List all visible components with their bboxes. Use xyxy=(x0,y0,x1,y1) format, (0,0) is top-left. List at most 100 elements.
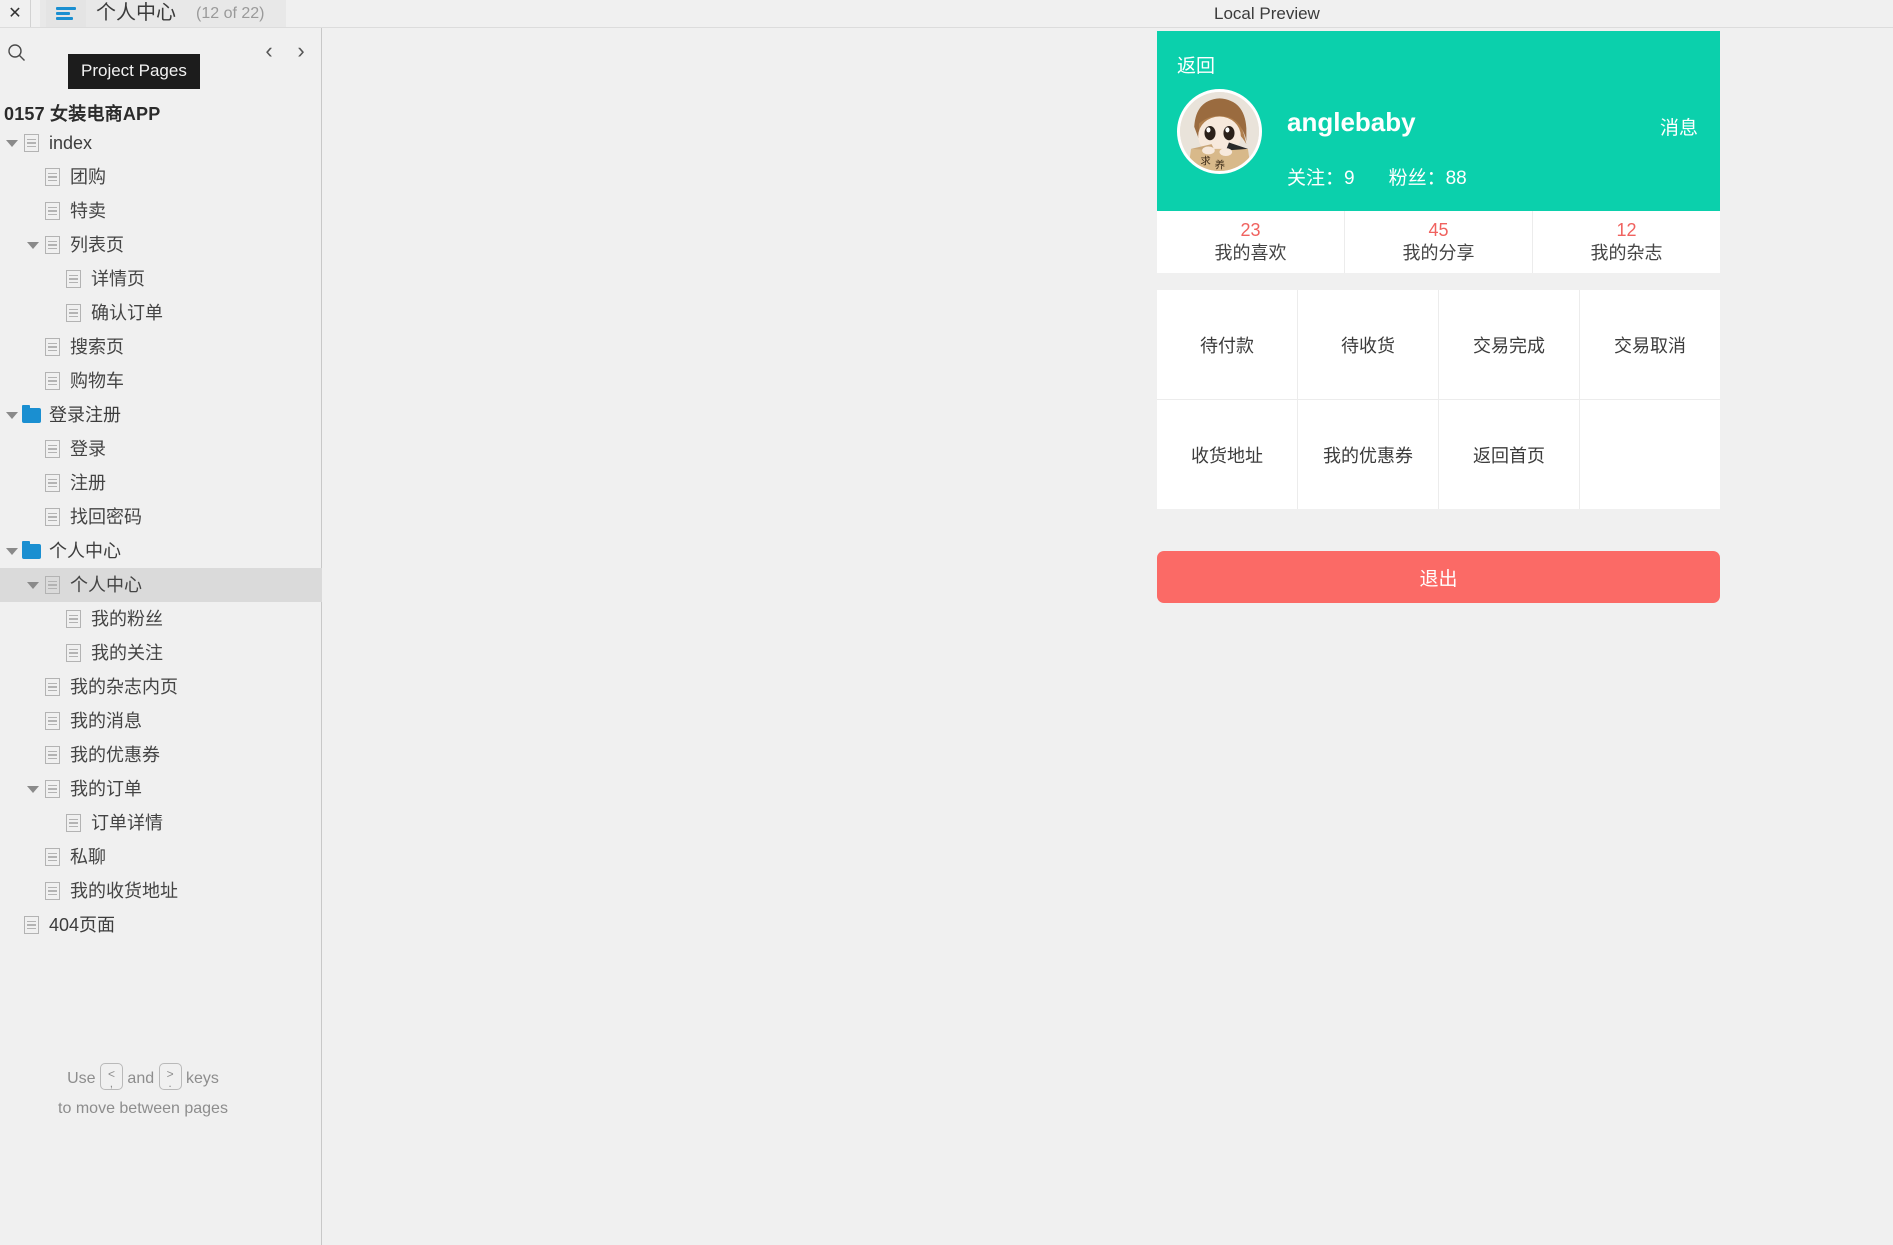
tree-item[interactable]: 订单详情 xyxy=(0,806,322,840)
chevron-down-icon[interactable] xyxy=(25,568,40,602)
menu-grid-cell[interactable]: 交易取消 xyxy=(1580,290,1720,399)
page-icon xyxy=(40,466,64,500)
chevron-left-icon[interactable]: ‹ xyxy=(256,38,282,64)
caret-spacer xyxy=(46,262,61,296)
tree-item[interactable]: 我的优惠券 xyxy=(0,738,322,772)
tree-item[interactable]: 团购 xyxy=(0,160,322,194)
tree-item-label: 我的订单 xyxy=(70,779,142,799)
tree-item[interactable]: 我的杂志内页 xyxy=(0,670,322,704)
avatar[interactable]: 求 养 xyxy=(1177,89,1262,174)
tree-item[interactable]: 个人中心 xyxy=(0,534,322,568)
tree-item-label: 我的优惠券 xyxy=(70,745,160,765)
page-icon xyxy=(40,568,64,602)
tree-item-label: 登录 xyxy=(70,439,106,459)
chevron-down-icon[interactable] xyxy=(4,534,19,568)
tree-item[interactable]: 我的订单 xyxy=(0,772,322,806)
hamburger-icon[interactable] xyxy=(46,0,86,27)
caret-spacer xyxy=(25,840,40,874)
tree-item-label: 我的关注 xyxy=(91,643,163,663)
logout-button[interactable]: 退出 xyxy=(1157,551,1720,603)
tree-item[interactable]: 购物车 xyxy=(0,364,322,398)
project-name: 0157 女装电商APP xyxy=(4,104,161,124)
page-icon xyxy=(40,670,64,704)
tree-item[interactable]: 特卖 xyxy=(0,194,322,228)
sidebar-toolbar: ‹ › Project Pages xyxy=(0,28,321,89)
page-icon xyxy=(40,330,64,364)
key-hint-line2: to move between pages xyxy=(58,1100,228,1117)
messages-button[interactable]: 消息 xyxy=(1660,113,1698,140)
page-icon xyxy=(40,840,64,874)
page-icon xyxy=(40,738,64,772)
tree-item[interactable]: 个人中心 xyxy=(0,568,322,602)
tree-item[interactable]: 登录注册 xyxy=(0,398,322,432)
stat-cell[interactable]: 23 我的喜欢 xyxy=(1157,211,1345,273)
caret-spacer xyxy=(25,432,40,466)
menu-grid-cell[interactable]: 我的优惠券 xyxy=(1298,400,1439,509)
tree-item-label: 个人中心 xyxy=(70,575,142,595)
menu-grid-cell[interactable]: 收货地址 xyxy=(1157,400,1298,509)
page-icon xyxy=(40,364,64,398)
back-button[interactable]: 返回 xyxy=(1177,51,1215,78)
menu-grid-cell[interactable]: 交易完成 xyxy=(1439,290,1580,399)
keycap-prev-lower: , xyxy=(109,1076,114,1090)
menu-grid-row: 收货地址 我的优惠券 返回首页 xyxy=(1157,400,1720,509)
caret-spacer xyxy=(25,670,40,704)
key-hint-keys: keys xyxy=(186,1070,219,1087)
tree-item[interactable]: 列表页 xyxy=(0,228,322,262)
tree-item[interactable]: 我的关注 xyxy=(0,636,322,670)
tree-item[interactable]: 私聊 xyxy=(0,840,322,874)
tree-item-label: 404页面 xyxy=(49,915,116,935)
menu-grid-cell[interactable]: 返回首页 xyxy=(1439,400,1580,509)
tree-item-label: 我的杂志内页 xyxy=(70,677,178,697)
tree-item[interactable]: 登录 xyxy=(0,432,322,466)
tree-item-label: 确认订单 xyxy=(91,303,163,323)
chevron-down-icon[interactable] xyxy=(4,126,19,160)
stat-value: 45 xyxy=(1428,220,1449,240)
caret-spacer xyxy=(25,330,40,364)
project-pages-tooltip: Project Pages xyxy=(68,54,200,89)
chevron-right-icon[interactable]: › xyxy=(288,38,314,64)
close-icon[interactable]: ✕ xyxy=(0,0,31,27)
tree-item[interactable]: index xyxy=(0,126,322,160)
menu-grid-cell[interactable]: 待付款 xyxy=(1157,290,1298,399)
tree-item-label: 我的收货地址 xyxy=(70,881,178,901)
caret-spacer xyxy=(25,364,40,398)
page-counter: (12 of 22) xyxy=(196,5,265,22)
tree-item[interactable]: 我的收货地址 xyxy=(0,874,322,908)
stat-cell[interactable]: 12 我的杂志 xyxy=(1533,211,1720,273)
keyboard-hint: Use < , and > . keys to move between pag… xyxy=(0,1063,286,1124)
chevron-down-icon[interactable] xyxy=(25,228,40,262)
tree-item-label: 搜索页 xyxy=(70,337,124,357)
caret-spacer xyxy=(46,636,61,670)
tree-item[interactable]: 404页面 xyxy=(0,908,322,942)
preview-canvas: 返回 求 养 anglebaby 消息 关注：9 粉丝：88 23 我的喜欢 4… xyxy=(323,28,1893,1245)
folder-icon xyxy=(19,398,43,432)
tree-item[interactable]: 我的消息 xyxy=(0,704,322,738)
menu-grid-cell[interactable]: 待收货 xyxy=(1298,290,1439,399)
key-hint-and: and xyxy=(127,1070,155,1087)
tree-item[interactable]: 我的粉丝 xyxy=(0,602,322,636)
mobile-preview: 返回 求 养 anglebaby 消息 关注：9 粉丝：88 23 我的喜欢 4… xyxy=(1157,31,1720,603)
chevron-down-icon[interactable] xyxy=(4,398,19,432)
stat-cell[interactable]: 45 我的分享 xyxy=(1345,211,1533,273)
page-icon xyxy=(40,704,64,738)
preview-mode-label: Local Preview xyxy=(1214,4,1320,23)
menu-grid-row: 待付款 待收货 交易完成 交易取消 xyxy=(1157,290,1720,400)
keycap-next-lower: . xyxy=(168,1076,172,1090)
tree-item[interactable]: 注册 xyxy=(0,466,322,500)
tree-item-label: 个人中心 xyxy=(49,541,121,561)
tree-item[interactable]: 确认订单 xyxy=(0,296,322,330)
tree-item-label: 订单详情 xyxy=(91,813,163,833)
caret-spacer xyxy=(25,500,40,534)
tree-item[interactable]: 找回密码 xyxy=(0,500,322,534)
stat-value: 12 xyxy=(1616,220,1637,240)
tree-item[interactable]: 详情页 xyxy=(0,262,322,296)
menu-grid: 待付款 待收货 交易完成 交易取消 收货地址 我的优惠券 返回首页 xyxy=(1157,290,1720,509)
chevron-down-icon[interactable] xyxy=(25,772,40,806)
profile-header: 返回 求 养 anglebaby 消息 关注：9 粉丝：88 xyxy=(1157,31,1720,211)
caret-spacer xyxy=(25,704,40,738)
page-icon xyxy=(61,296,85,330)
svg-text:求: 求 xyxy=(1201,156,1211,168)
tree-item[interactable]: 搜索页 xyxy=(0,330,322,364)
search-icon[interactable] xyxy=(4,40,28,64)
